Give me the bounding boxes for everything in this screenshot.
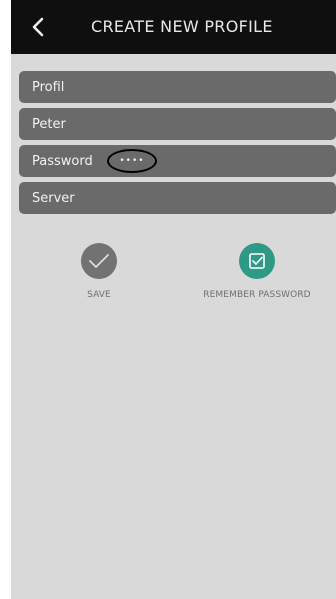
remember-password-toggle[interactable]: REMEMBER PASSWORD bbox=[182, 243, 332, 300]
back-button[interactable] bbox=[25, 14, 51, 40]
checkmark-icon bbox=[89, 254, 109, 268]
username-field-value: Peter bbox=[32, 116, 66, 132]
server-field-label: Server bbox=[32, 190, 75, 206]
save-label: SAVE bbox=[87, 290, 111, 300]
remember-password-label: REMEMBER PASSWORD bbox=[203, 290, 311, 300]
server-field[interactable]: Server bbox=[19, 182, 336, 214]
password-field-label: Password bbox=[32, 153, 93, 169]
remember-password-circle bbox=[239, 243, 275, 279]
profile-name-field[interactable]: Profil bbox=[19, 71, 336, 103]
action-row: SAVE REMEMBER PASSWORD bbox=[11, 243, 336, 313]
profile-field-label: Profil bbox=[32, 79, 65, 95]
profile-form: Profil Peter Password •••• Server bbox=[19, 71, 336, 219]
save-circle bbox=[81, 243, 117, 279]
chevron-left-icon bbox=[32, 17, 44, 37]
checkbox-checked-icon bbox=[249, 253, 265, 269]
save-button[interactable]: SAVE bbox=[74, 243, 124, 300]
username-field[interactable]: Peter bbox=[19, 108, 336, 140]
header-bar: CREATE NEW PROFILE bbox=[11, 0, 336, 54]
page-title: CREATE NEW PROFILE bbox=[91, 17, 273, 36]
app-screen: CREATE NEW PROFILE Profil Peter Password… bbox=[11, 0, 336, 599]
password-field[interactable]: Password •••• bbox=[19, 145, 336, 177]
password-masked-value: •••• bbox=[107, 149, 157, 173]
